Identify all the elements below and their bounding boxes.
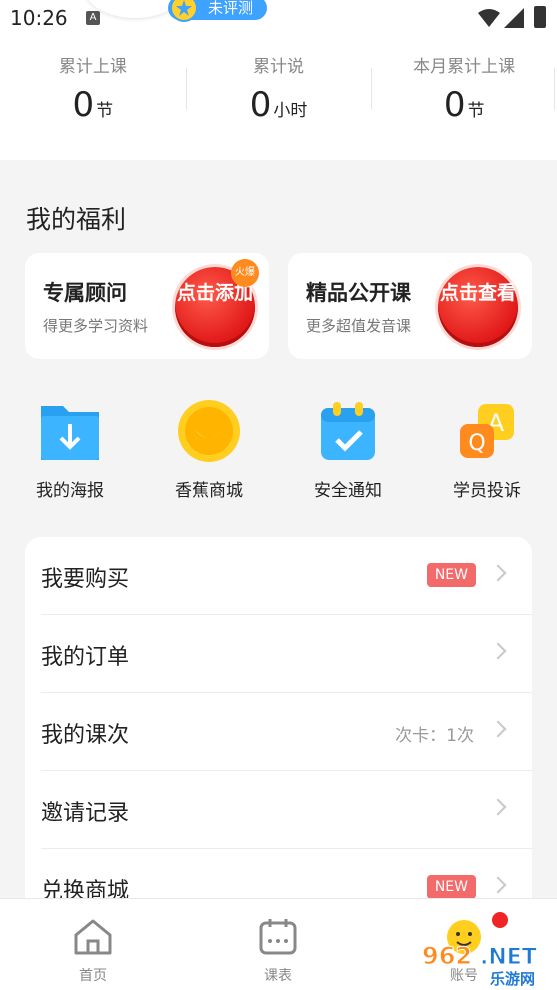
view-button[interactable]: 点击查看 bbox=[438, 267, 518, 347]
card-title: 精品公开课 bbox=[306, 281, 411, 305]
menu-item-label: 我要购买 bbox=[41, 567, 130, 592]
quick-actions: 我的海报 香蕉商城 安全通知 A Q 学员投诉 bbox=[0, 398, 557, 508]
stat-value: 0 bbox=[443, 85, 466, 125]
quick-action-complaint[interactable]: A Q 学员投诉 bbox=[432, 398, 542, 501]
hot-badge: 火爆 bbox=[231, 259, 259, 287]
quick-action-safety-notice[interactable]: 安全通知 bbox=[293, 398, 403, 501]
stat-value: 0 bbox=[72, 85, 95, 125]
quick-action-label: 学员投诉 bbox=[453, 481, 521, 501]
chevron-right-icon bbox=[489, 876, 507, 894]
notification-dot bbox=[492, 912, 508, 928]
chevron-right-icon bbox=[489, 564, 507, 582]
tab-label: 首页 bbox=[79, 968, 107, 984]
stat-unit: 节 bbox=[96, 101, 114, 121]
lesson-count-text: 次卡：1次 bbox=[395, 726, 474, 746]
stat-label: 累计上课 bbox=[58, 57, 127, 77]
tab-schedule[interactable]: 课表 bbox=[238, 917, 318, 985]
star-icon bbox=[170, 0, 198, 22]
new-badge: NEW bbox=[426, 563, 476, 587]
chevron-right-icon bbox=[489, 798, 507, 816]
folder-download-icon bbox=[37, 398, 103, 464]
wifi-icon bbox=[478, 9, 500, 27]
menu-item-label: 我的课次 bbox=[41, 723, 130, 748]
watermark-logo: 962 .NET 乐游网 bbox=[422, 942, 538, 989]
menu-item-buy[interactable]: 我要购买 NEW bbox=[25, 537, 532, 615]
welfare-card-open-class[interactable]: 精品公开课 更多超值发音课 点击查看 bbox=[288, 253, 532, 359]
calendar-check-icon bbox=[315, 398, 381, 464]
menu-item-invites[interactable]: 邀请记录 bbox=[25, 771, 532, 849]
stat-label: 本月累计上课 bbox=[413, 57, 516, 77]
chevron-right-icon bbox=[489, 720, 507, 738]
quick-action-label: 香蕉商城 bbox=[175, 481, 243, 501]
banana-coin-icon bbox=[176, 398, 242, 464]
home-icon bbox=[74, 919, 112, 955]
stat-total-speaking[interactable]: 累计说 0 小时 bbox=[185, 48, 372, 138]
quick-action-banana-mall[interactable]: 香蕉商城 bbox=[154, 398, 264, 501]
tab-label: 课表 bbox=[264, 968, 292, 984]
menu-item-label: 我的订单 bbox=[41, 645, 130, 670]
menu-item-label: 邀请记录 bbox=[41, 801, 130, 826]
stat-label: 累计说 bbox=[253, 57, 304, 77]
welfare-title: 我的福利 bbox=[26, 205, 127, 234]
card-subtitle: 得更多学习资料 bbox=[43, 317, 149, 335]
evaluation-badge[interactable]: 未评测 bbox=[168, 0, 268, 22]
svg-text:962: 962 bbox=[422, 942, 472, 970]
stat-total-classes[interactable]: 累计上课 0节 bbox=[0, 48, 186, 138]
card-title: 专属顾问 bbox=[43, 281, 127, 305]
stat-unit: 小时 bbox=[273, 101, 308, 121]
card-subtitle: 更多超值发音课 bbox=[306, 317, 412, 335]
notification-a-icon: A bbox=[86, 11, 100, 25]
new-badge: NEW bbox=[426, 875, 476, 899]
battery-icon bbox=[534, 6, 546, 28]
stats-panel: 10:26 A 未评测 累计上课 0节 累计说 0 小时 本月累计上课 0节 bbox=[0, 0, 557, 160]
calendar-icon bbox=[259, 919, 297, 955]
stat-unit: 节 bbox=[467, 101, 485, 121]
quick-action-label: 安全通知 bbox=[314, 481, 382, 501]
svg-text:Q: Q bbox=[468, 431, 485, 456]
stat-month-classes[interactable]: 本月累计上课 0节 bbox=[371, 48, 557, 138]
signal-icon bbox=[504, 8, 524, 28]
quick-action-poster[interactable]: 我的海报 bbox=[15, 398, 125, 501]
evaluation-badge-label: 未评测 bbox=[208, 0, 254, 17]
qa-icon: A Q bbox=[454, 398, 520, 464]
tab-home[interactable]: 首页 bbox=[53, 917, 133, 985]
svg-text:.NET: .NET bbox=[480, 945, 537, 970]
stat-value: 0 bbox=[249, 85, 272, 125]
quick-action-label: 我的海报 bbox=[36, 481, 104, 501]
stats-row: 累计上课 0节 累计说 0 小时 本月累计上课 0节 bbox=[0, 48, 557, 138]
menu-item-lessons[interactable]: 我的课次 次卡：1次 bbox=[25, 693, 532, 771]
menu-list: 我要购买 NEW 我的订单 我的课次 次卡：1次 邀请记录 兑换商城 NEW bbox=[25, 537, 532, 917]
welfare-card-advisor[interactable]: 专属顾问 得更多学习资料 点击添加 火爆 bbox=[25, 253, 269, 359]
svg-text:乐游网: 乐游网 bbox=[490, 970, 535, 988]
menu-item-orders[interactable]: 我的订单 bbox=[25, 615, 532, 693]
status-bar: 10:26 A bbox=[0, 0, 557, 38]
status-time: 10:26 bbox=[10, 6, 68, 30]
divider bbox=[554, 68, 555, 110]
chevron-right-icon bbox=[489, 642, 507, 660]
